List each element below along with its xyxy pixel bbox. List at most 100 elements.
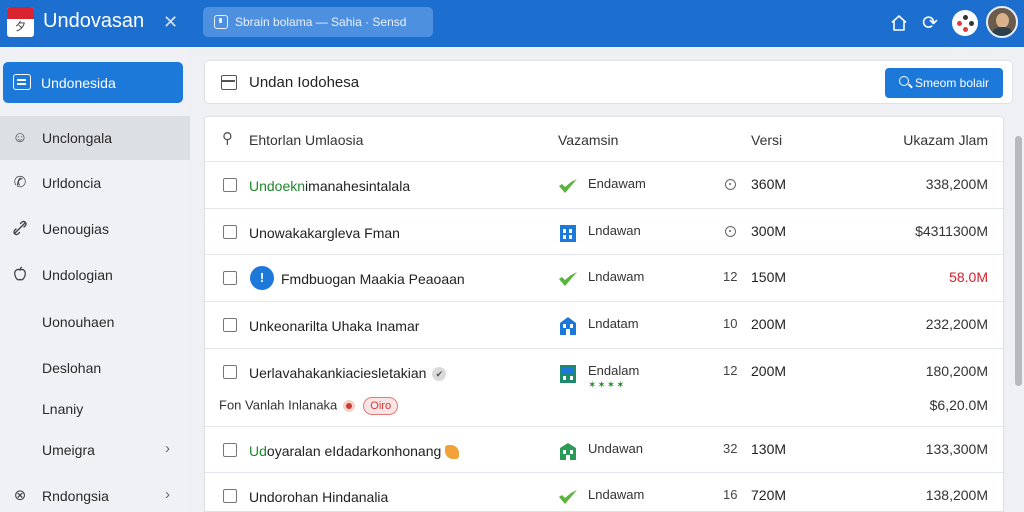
panel-header: Undan Iodohesa Smeom bolair	[204, 60, 1013, 104]
row-size: 720M	[751, 487, 787, 503]
green-check-icon	[557, 268, 579, 290]
phone-icon: ✆	[13, 174, 27, 191]
row-type: Lndawam	[588, 269, 645, 284]
list-icon	[13, 74, 31, 90]
row-checkbox[interactable]	[223, 271, 237, 285]
table-row-expanded[interactable]: Uerlavahakankiaciesletakian ✔ Endalam ✶✶✶…	[205, 349, 1003, 427]
status-dot-icon	[343, 400, 356, 412]
chevron-right-icon: ›	[165, 486, 170, 503]
sidebar-item-5[interactable]: Uonouhaen	[0, 300, 190, 344]
row-type: Endalam	[588, 363, 640, 378]
scrollbar-thumb[interactable]	[1015, 136, 1022, 386]
row-checkbox[interactable]	[223, 489, 237, 503]
table-header: ⚲ Ehtorlan Umlaosia Vazamsin Versi Ukaza…	[205, 117, 1003, 162]
row-checkbox[interactable]	[223, 365, 237, 379]
row-name-text: Uerlavahakankiaciesletakian	[249, 365, 427, 381]
row-size: 200M	[751, 363, 787, 379]
sidebar-item-2[interactable]: ✆ Urldoncia	[0, 161, 190, 205]
scrollbar[interactable]	[1013, 116, 1024, 512]
sidebar-item-label: Rndongsia	[42, 488, 109, 504]
row-name-text: oyaralan eIdadarkonhonang	[266, 443, 442, 459]
sidebar-item-active[interactable]: Undonesida	[3, 62, 183, 103]
close-icon[interactable]: ✕	[163, 10, 178, 34]
pin-icon[interactable]: ⚲	[222, 130, 233, 148]
search-bar[interactable]: Sbrain bolama — Sahia · Sensd	[203, 7, 433, 37]
row-name-text: Unowakakargleva Fman	[249, 225, 400, 241]
search-text: Sbrain bolama — Sahia · Sensd	[235, 15, 407, 29]
row-checkbox[interactable]	[223, 178, 237, 192]
row-type: Lndawan	[588, 223, 641, 238]
search-button[interactable]: Smeom bolair	[885, 68, 1003, 98]
table-row[interactable]: Undoeknimanahesintalala Endawam 360M 338…	[205, 162, 1003, 209]
sidebar-item-label: Undonesida	[41, 75, 116, 91]
table-row[interactable]: Unkeonarilta Uhaka Inamar Lndatam 10 200…	[205, 302, 1003, 349]
row-name: Unowakakargleva Fman	[249, 224, 400, 242]
row-name: Undoeknimanahesintalala	[249, 177, 410, 195]
row-sub-total: $6,20.0M	[929, 397, 988, 413]
top-bar: 夕 Undovasan ✕ Sbrain bolama — Sahia · Se…	[0, 0, 1024, 47]
building-green-icon	[557, 362, 579, 384]
building-green-icon	[557, 440, 579, 462]
logo-flag-band	[7, 7, 34, 19]
link-icon	[11, 220, 29, 238]
sidebar-item-label: Lnaniy	[42, 401, 84, 417]
sidebar-item-9[interactable]: ⊗ Rndongsia ›	[0, 474, 190, 512]
table-row[interactable]: ! Fmdbuogan Maakia Peaoaan Lndawam 12 15…	[205, 255, 1003, 302]
table-row[interactable]: Undorohan Hindanalia Lndawam 16 720M 138…	[205, 473, 1003, 511]
apps-icon-circle	[952, 10, 978, 36]
sidebar-item-3[interactable]: Uenougias	[0, 207, 190, 251]
row-version: 12	[723, 269, 738, 284]
row-sub-text: Fon Vanlah Inlanaka	[219, 397, 338, 413]
column-header-total[interactable]: Ukazam Jlam	[903, 131, 988, 149]
row-type-rating: ✶✶✶✶	[588, 380, 626, 391]
sidebar-item-6[interactable]: Deslohan	[0, 346, 190, 390]
status-badge[interactable]: Oiro	[363, 397, 399, 415]
row-total: $4311300M	[915, 223, 988, 239]
row-checkbox[interactable]	[223, 225, 237, 239]
close-circle-icon: ⊗	[13, 487, 27, 504]
apps-icon[interactable]	[949, 7, 981, 39]
info-circle-icon[interactable]: !	[250, 266, 274, 290]
sync-icon[interactable]: ⟳	[914, 7, 946, 39]
sidebar-item-7[interactable]: Lnaniy	[0, 387, 190, 431]
user-avatar[interactable]	[986, 6, 1018, 38]
archive-icon	[221, 75, 237, 90]
row-size: 360M	[751, 176, 787, 192]
row-type: Endawam	[588, 176, 646, 191]
table-row[interactable]: Udoyaralan eIdadarkonhonang Undawan 32 1…	[205, 427, 1003, 473]
sidebar-item-label: Uenougias	[42, 221, 109, 237]
verified-check-icon: ✔	[432, 367, 447, 382]
green-check-icon	[557, 486, 579, 508]
search-button-label: Smeom bolair	[915, 76, 990, 90]
column-header-version[interactable]: Versi	[751, 131, 782, 149]
row-version: 32	[723, 441, 738, 456]
column-header-type[interactable]: Vazamsin	[558, 131, 618, 149]
column-header-name[interactable]: Ehtorlan Umlaosia	[249, 131, 363, 149]
sidebar-item-1[interactable]: ☺ Unclongala	[0, 116, 190, 160]
chevron-right-icon: ›	[165, 440, 170, 457]
data-table: ⚲ Ehtorlan Umlaosia Vazamsin Versi Ukaza…	[204, 116, 1004, 512]
avatar-face	[996, 13, 1009, 28]
row-name-text: Undorohan Hindanalia	[249, 489, 389, 505]
row-name: Udoyaralan eIdadarkonhonang	[249, 442, 460, 460]
panel-title: Undan Iodohesa	[249, 74, 360, 91]
row-checkbox[interactable]	[223, 443, 237, 457]
row-total: 138,200M	[925, 487, 988, 503]
row-size: 130M	[751, 441, 787, 457]
row-name-text: imanahesintalala	[305, 178, 411, 194]
row-checkbox[interactable]	[223, 318, 237, 332]
row-version: 12	[723, 363, 738, 378]
sidebar-item-label: Undologian	[42, 267, 113, 283]
home-icon[interactable]	[883, 7, 915, 39]
row-sub-line: Fon Vanlah Inlanaka Oiro	[219, 397, 399, 415]
sidebar-item-label: Deslohan	[42, 360, 102, 376]
row-total: 58.0M	[949, 269, 988, 285]
table-row[interactable]: Unowakakargleva Fman Lndawan 300M $43113…	[205, 209, 1003, 255]
sidebar-item-8[interactable]: Umeigra ›	[0, 428, 190, 472]
app-logo[interactable]: 夕	[7, 7, 34, 37]
building-icon	[557, 222, 579, 244]
row-total: 338,200M	[925, 176, 988, 192]
leaf-icon	[445, 445, 460, 460]
row-name: Fmdbuogan Maakia Peaoaan	[281, 270, 465, 288]
sidebar-item-4[interactable]: Undologian	[0, 253, 190, 297]
